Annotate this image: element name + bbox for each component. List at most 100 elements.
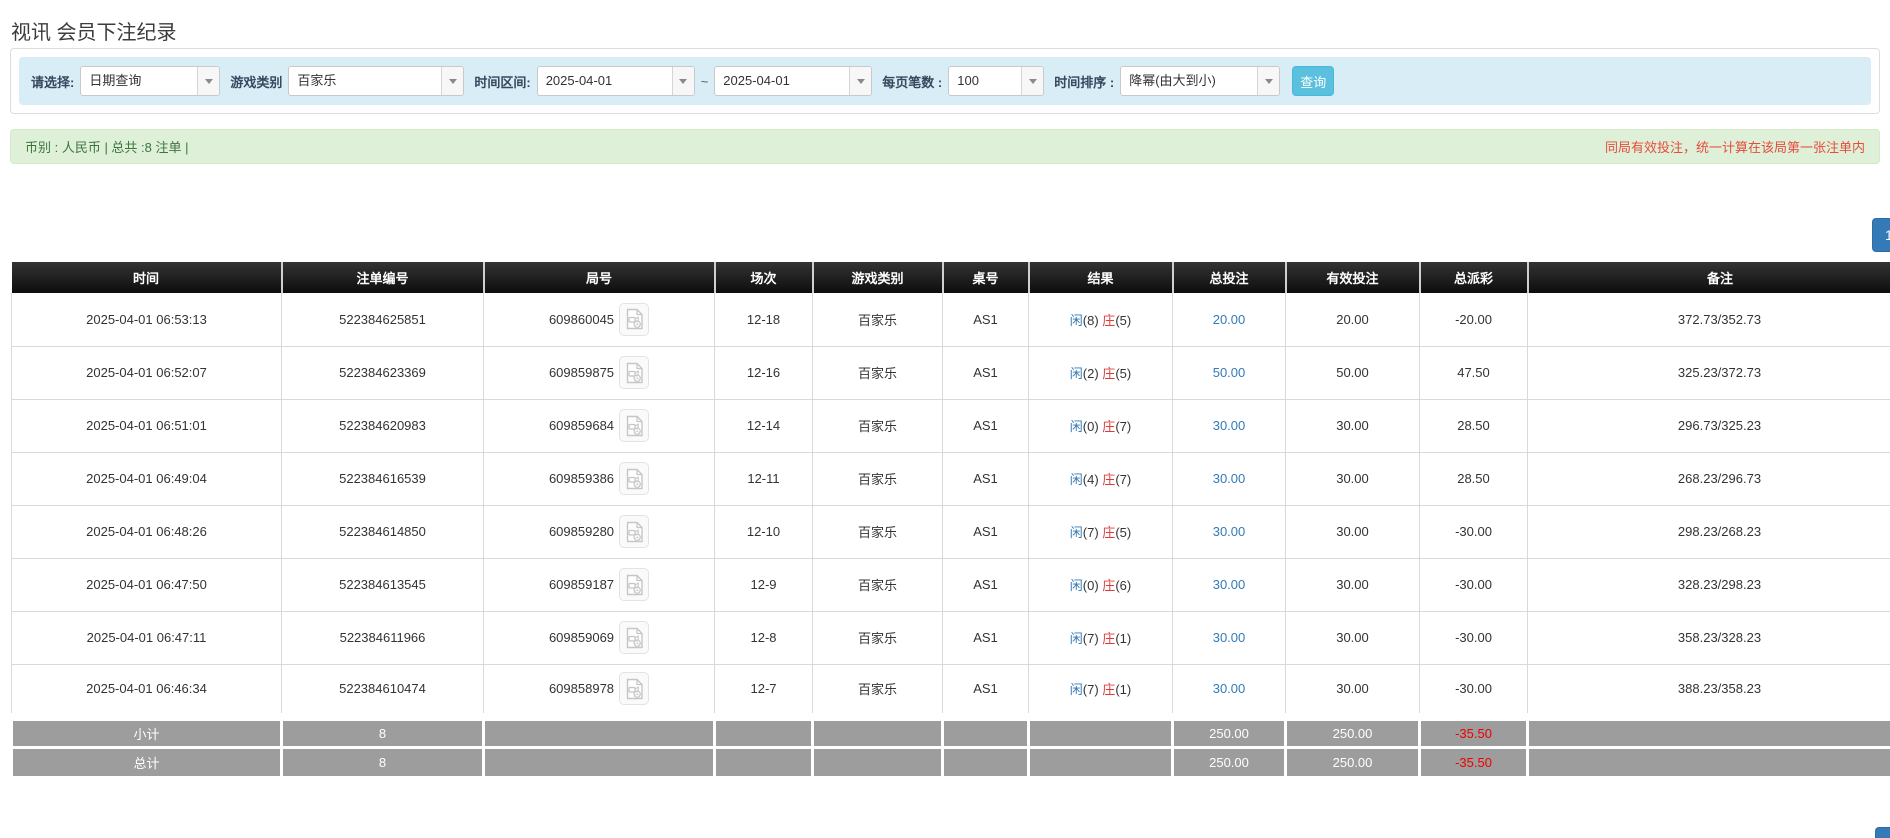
subtotal-row-cell: 250.00 [1284, 713, 1421, 749]
chevron-down-icon[interactable] [849, 67, 872, 95]
cell-bet-id: 522384623369 [281, 346, 484, 400]
cell-time: 2025-04-01 06:52:07 [11, 346, 282, 400]
cell-payout: -30.00 [1419, 505, 1528, 559]
cell-result: 闲(7) 庄(1) [1028, 611, 1173, 665]
select-type-value[interactable]: 日期查询 [81, 67, 197, 95]
cell-remark: 325.23/372.73 [1527, 346, 1890, 400]
total-bet-link[interactable]: 30.00 [1213, 630, 1246, 645]
cell-valid-bet: 20.00 [1285, 293, 1420, 347]
total-bet-link[interactable]: 20.00 [1213, 312, 1246, 327]
total-bet-link[interactable]: 30.00 [1213, 681, 1246, 696]
column-header: 结果 [1027, 262, 1173, 293]
round-id-text: 609859187 [548, 577, 615, 592]
records-table-container: 时间 注单编号 局号 场次 游戏类别 桌号 结果 总投注 有效投注 总派彩 备注 2025-04-0… [10, 262, 1890, 779]
total-bet-link[interactable]: 30.00 [1213, 577, 1246, 592]
result-banker-score: (5) [1115, 366, 1132, 381]
currency-total-text: 币别 : 人民币 | 总共 :8 注单 | [25, 140, 189, 155]
chevron-down-icon[interactable] [1021, 67, 1044, 95]
result-player-score: (7) [1082, 682, 1103, 698]
cell-session: 12-11 [714, 452, 813, 506]
column-header: 有效投注 [1284, 262, 1420, 293]
round-id-text: 609860045 [548, 311, 615, 327]
pagination-page-1-top[interactable]: 1 [1872, 218, 1890, 252]
cell-time: 2025-04-01 06:49:04 [11, 452, 282, 506]
search-button[interactable]: 查询 [1292, 66, 1335, 96]
page-size-combobox[interactable]: 100 [948, 66, 1045, 96]
video-replay-button[interactable] [619, 621, 650, 654]
chevron-down-icon[interactable] [197, 67, 220, 95]
table-summary: 小计 8 250.00 250.00 -35.50 总计 8 250.00 250.00 -35.… [10, 713, 1890, 779]
betting-records-table: 时间 注单编号 局号 场次 游戏类别 桌号 结果 总投注 有效投注 总派彩 备注 2025-04-0… [10, 262, 1890, 779]
table-row: 2025-04-01 06:53:13 522384625851 609860045… [11, 293, 1890, 347]
video-replay-button[interactable] [619, 356, 650, 389]
cell-valid-bet: 30.00 [1285, 505, 1420, 559]
cell-table-id: AS1 [942, 346, 1029, 400]
grand-total-row-cell: 250.00 [1284, 745, 1421, 779]
date-to-value[interactable]: 2025-04-01 [715, 67, 849, 95]
date-range-separator: ~ [700, 73, 709, 89]
cell-table-id: AS1 [942, 505, 1029, 559]
video-replay-button[interactable] [619, 409, 650, 442]
game-type-value[interactable]: 百家乐 [289, 67, 441, 95]
pagination-page-1-bottom[interactable]: 1 [1875, 827, 1890, 838]
cell-bet-id: 522384610474 [281, 664, 484, 718]
result-player-score: (4) [1082, 472, 1103, 487]
chevron-down-icon[interactable] [1257, 67, 1280, 95]
column-header: 总派彩 [1418, 262, 1528, 293]
date-from-value[interactable]: 2025-04-01 [538, 67, 672, 95]
round-id-text: 609859684 [548, 418, 615, 433]
cell-session: 12-9 [714, 558, 813, 612]
cell-round-id: 609860045 [483, 293, 715, 347]
cell-session: 12-8 [714, 611, 813, 665]
result-player-score: (2) [1082, 366, 1103, 381]
select-type-combobox[interactable]: 日期查询 [80, 66, 221, 96]
total-bet-link[interactable]: 30.00 [1213, 418, 1246, 433]
video-replay-button[interactable] [619, 462, 650, 495]
result-player-score: (0) [1082, 419, 1103, 434]
result-player-score: (7) [1082, 525, 1103, 540]
total-bet-link[interactable]: 30.00 [1213, 471, 1246, 486]
date-from-combobox[interactable]: 2025-04-01 [536, 66, 695, 96]
cell-payout: 28.50 [1419, 399, 1528, 453]
column-header: 总投注 [1171, 262, 1286, 293]
valid-bet-note: 同局有效投注，统一计算在该局第一张注单内 [1604, 140, 1865, 155]
page-size-value[interactable]: 100 [949, 67, 1021, 95]
total-bet-link[interactable]: 30.00 [1213, 524, 1246, 539]
time-sort-combobox[interactable]: 降幂(由大到小) [1120, 66, 1281, 96]
cell-game-type: 百家乐 [812, 558, 943, 612]
video-replay-button[interactable] [619, 672, 650, 706]
cell-game-type: 百家乐 [812, 346, 943, 400]
result-banker-score: (6) [1115, 578, 1132, 593]
chevron-down-icon[interactable] [441, 67, 464, 95]
column-header: 备注 [1526, 262, 1890, 293]
cell-result: 闲(4) 庄(7) [1028, 452, 1173, 506]
cell-valid-bet: 30.00 [1285, 399, 1420, 453]
cell-bet-id: 522384614850 [281, 505, 484, 559]
time-sort-value[interactable]: 降幂(由大到小) [1121, 67, 1257, 95]
date-to-combobox[interactable]: 2025-04-01 [714, 66, 873, 96]
video-replay-button[interactable] [619, 568, 650, 601]
table-row: 2025-04-01 06:49:04 522384616539 609859386… [11, 452, 1890, 506]
result-banker-label: 庄 [1102, 419, 1116, 434]
chevron-down-icon[interactable] [671, 67, 694, 95]
cell-bet-id: 522384620983 [281, 399, 484, 453]
result-banker-label: 庄 [1102, 631, 1116, 646]
cell-round-id: 609859386 [483, 452, 715, 506]
table-header-row: 时间 注单编号 局号 场次 游戏类别 桌号 结果 总投注 有效投注 总派彩 备注 [11, 262, 1890, 293]
table-row: 2025-04-01 06:46:34 522384610474 609858978… [11, 664, 1890, 718]
table-row: 2025-04-01 06:47:11 522384611966 609859069… [11, 611, 1890, 665]
game-type-combobox[interactable]: 百家乐 [288, 66, 465, 96]
result-banker-score: (5) [1115, 312, 1132, 328]
cell-remark: 372.73/352.73 [1527, 293, 1890, 347]
video-replay-button[interactable] [619, 302, 650, 336]
cell-total-bet: 20.00 [1172, 293, 1286, 347]
subtotal-row-cell [482, 713, 716, 749]
round-id-text: 609859069 [548, 630, 615, 645]
result-banker-label: 庄 [1102, 312, 1116, 328]
total-bet-link[interactable]: 50.00 [1213, 365, 1246, 380]
video-replay-button[interactable] [619, 515, 650, 548]
result-banker-score: (7) [1115, 472, 1132, 487]
cell-time: 2025-04-01 06:47:11 [11, 611, 282, 665]
cell-payout: 47.50 [1419, 346, 1528, 400]
cell-table-id: AS1 [942, 293, 1029, 347]
